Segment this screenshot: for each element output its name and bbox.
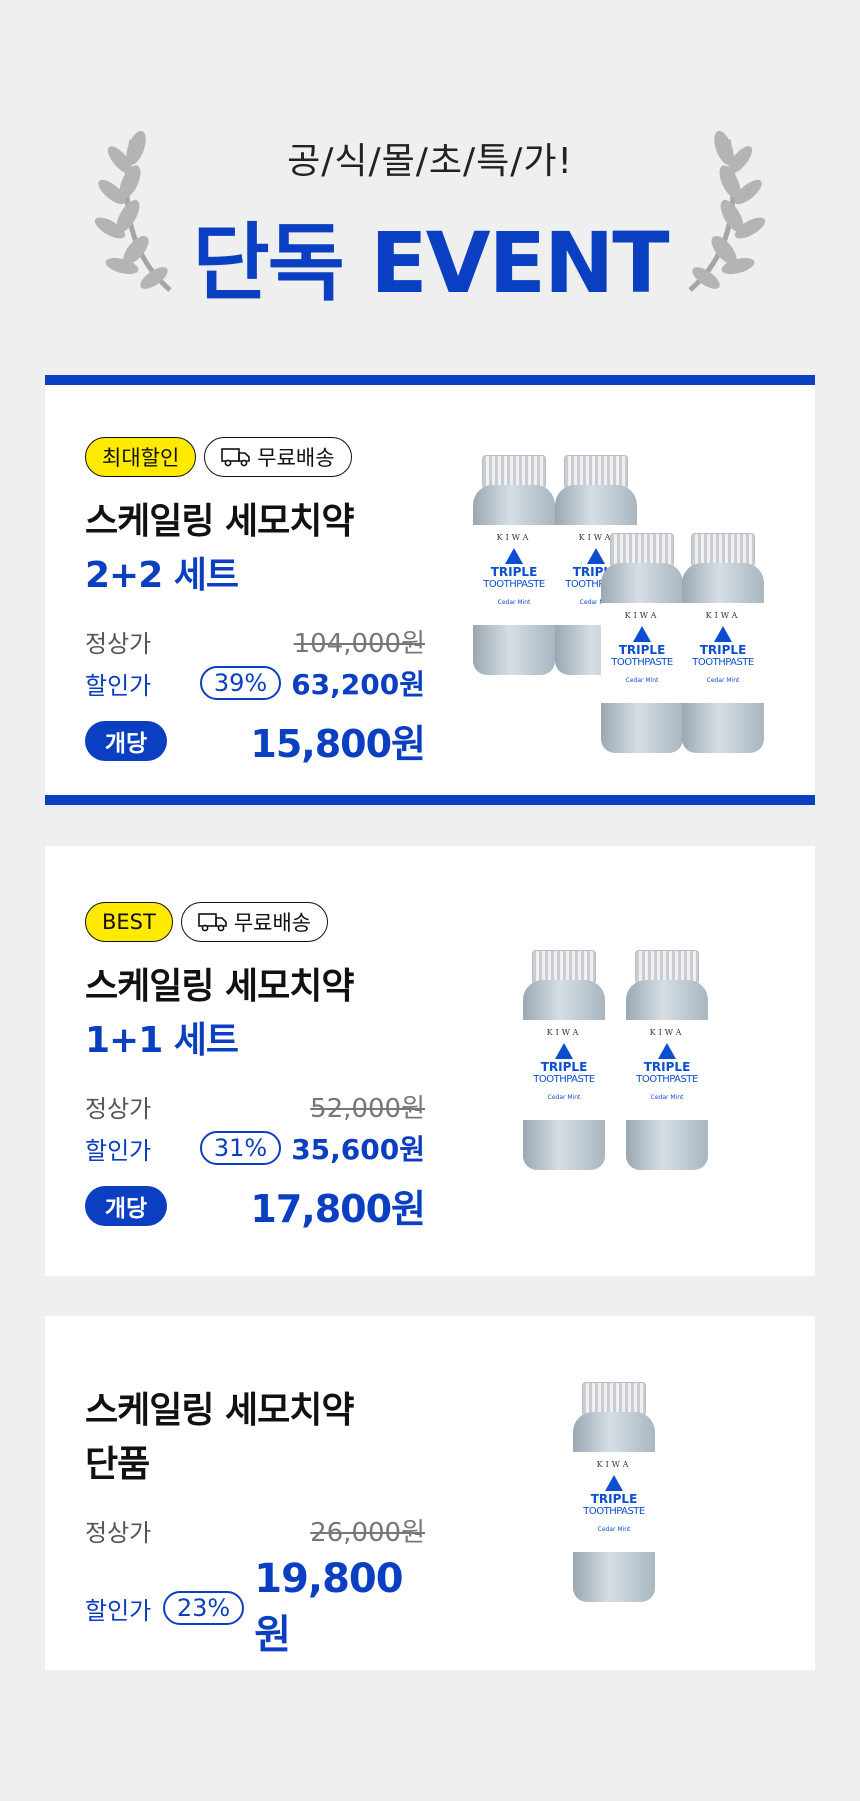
product-card-single[interactable]: 스케일링 세모치약 단품 정상가 26,000원 할인가 23% 19,800원… [45,1316,815,1670]
delivery-truck-icon [198,913,227,932]
product-title: 스케일링 세모치약 2+2 세트 [85,495,354,603]
free-shipping-label: 무료배송 [233,911,312,935]
unit-label: 개당 [85,720,167,761]
regular-price-label: 정상가 [85,630,152,658]
sale-price-row: 할인가 39% 63,200원 [85,663,425,703]
regular-price: 104,000원 [293,629,425,659]
unit-price: 17,800원 [250,1187,426,1231]
sale-price-label: 할인가 [85,1136,152,1165]
regular-price-label: 정상가 [85,1519,152,1547]
badge-max-discount: 최대할인 [85,437,197,477]
event-subtitle: 공/식/몰/초/특/가! [287,141,573,182]
product-image-bottle: KIWA TRIPLE TOOTHPASTE Cedar Mint [523,950,605,1170]
product-card-1plus1[interactable]: BEST 무료배송 스케일링 세모치약 1+1 세트 정상가 52,000원 할… [45,846,815,1276]
regular-price-row: 정상가 26,000원 [85,1512,425,1549]
product-name: 스케일링 세모치약 [85,966,354,1007]
discount-rate: 23% [162,1591,245,1625]
product-name: 스케일링 세모치약 [85,1390,354,1431]
free-shipping-label: 무료배송 [257,446,335,470]
free-shipping-badge: 무료배송 [180,902,329,942]
unit-price-row: 개당 15,800원 [85,713,426,768]
regular-price: 26,000원 [310,1518,425,1548]
product-image-bottle: KIWA TRIPLE TOOTHPASTE Cedar Mint [682,533,764,753]
unit-price-row: 개당 17,800원 [85,1178,426,1233]
sale-price: 35,600원 [291,1133,425,1166]
event-title: 단독 EVENT [192,214,669,312]
delivery-truck-icon [221,448,251,467]
product-title: 스케일링 세모치약 단품 [85,1384,354,1492]
sale-price: 63,200원 [291,668,425,701]
badge-best: BEST [85,902,173,942]
regular-price-row: 정상가 52,000원 [85,1088,425,1125]
sale-price-label: 할인가 [85,671,152,700]
product-image-bottle: KIWA TRIPLE TOOTHPASTE Cedar Mint [626,950,708,1170]
free-shipping-badge: 무료배송 [204,437,352,477]
sale-price-row: 할인가 31% 35,600원 [85,1128,425,1168]
event-header: 공/식/몰/초/특/가! 단독 EVENT [0,0,860,330]
product-card-2plus2[interactable]: 최대할인 무료배송 스케일링 세모치약 2+2 세트 정상가 104,000원 … [45,375,815,805]
tag-row: 최대할인 무료배송 [85,437,352,477]
product-set: 2+2 세트 [85,555,239,596]
regular-price-label: 정상가 [85,1095,152,1123]
tag-row: BEST 무료배송 [85,902,329,942]
discount-rate: 39% [199,666,282,700]
regular-price-row: 정상가 104,000원 [85,623,425,660]
unit-label: 개당 [85,1185,167,1226]
sale-price-label: 할인가 [85,1596,152,1625]
sale-price-row: 할인가 23% 19,800원 [85,1556,425,1660]
product-image-bottle: KIWA TRIPLE TOOTHPASTE Cedar Mint [601,533,683,753]
unit-price: 15,800원 [250,722,426,766]
product-name: 스케일링 세모치약 [85,501,354,542]
product-title: 스케일링 세모치약 1+1 세트 [85,960,354,1068]
product-image-bottle: KIWA TRIPLE TOOTHPASTE Cedar Mint [473,455,555,675]
sale-price: 19,800원 [254,1556,403,1658]
discount-rate: 31% [199,1131,282,1165]
product-set: 1+1 세트 [85,1020,239,1061]
product-image-bottle: KIWA TRIPLE TOOTHPASTE Cedar Mint [573,1382,655,1602]
regular-price: 52,000원 [310,1094,425,1124]
product-set: 단품 [85,1444,150,1485]
